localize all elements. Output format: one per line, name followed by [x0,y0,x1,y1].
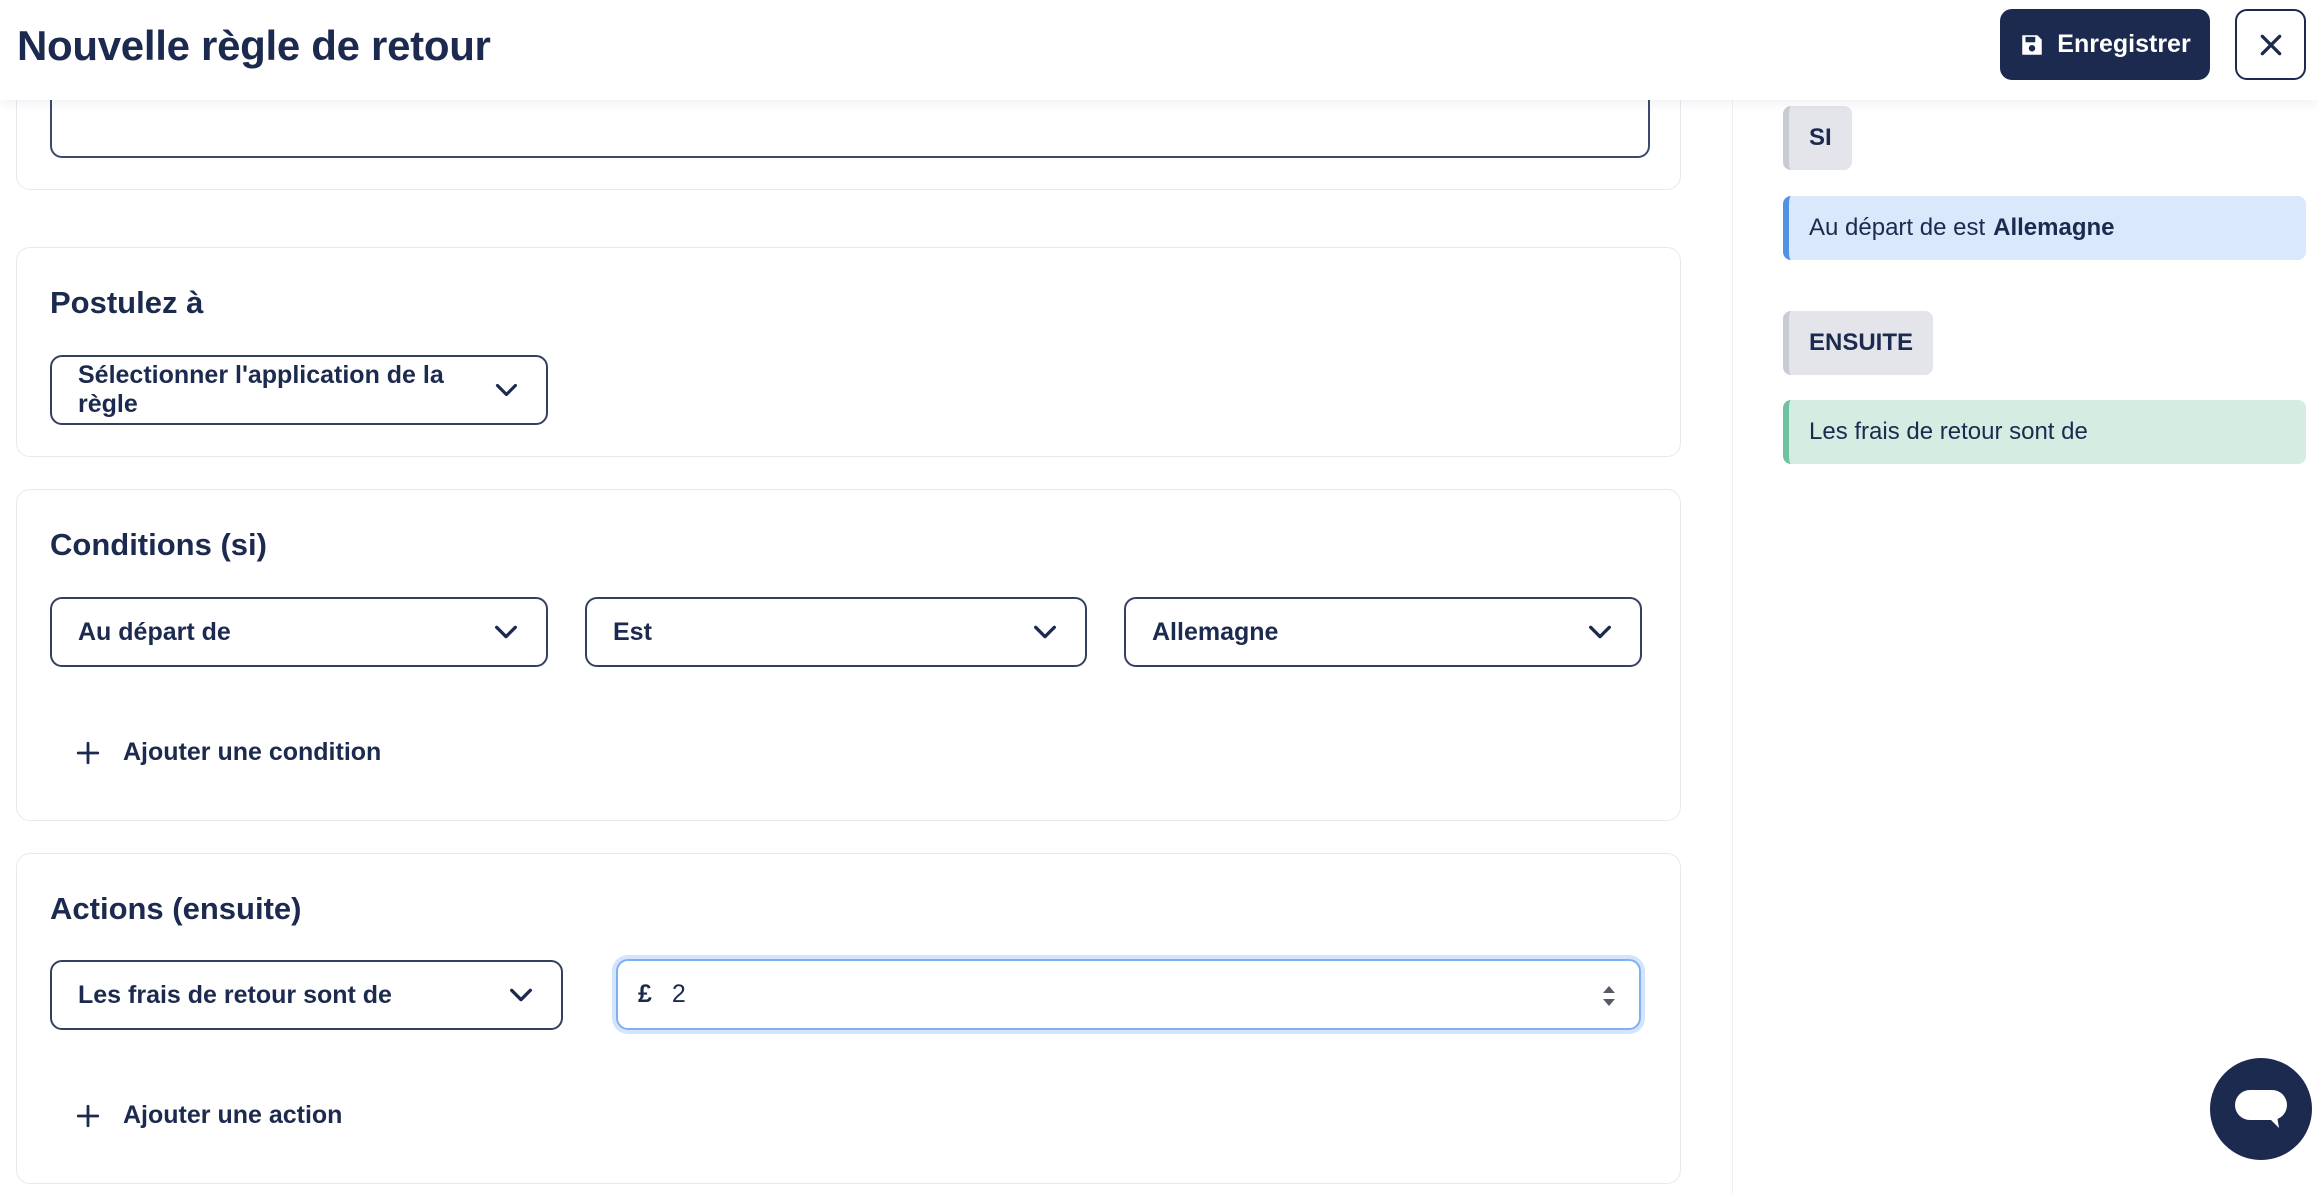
if-summary: Au départ de est Allemagne [1783,196,2306,260]
header-bar: Nouvelle règle de retour Enregistrer [0,0,2318,100]
action-type-value: Les frais de retour sont de [78,980,392,1009]
amount-value: 2 [671,980,686,1008]
add-condition-label: Ajouter une condition [123,738,382,766]
action-type-select[interactable]: Les frais de retour sont de [50,960,563,1030]
amount-input[interactable]: £ 2 [616,959,1641,1030]
apply-to-select-value: Sélectionner l'application de la règle [78,361,444,418]
then-summary: Les frais de retour sont de [1783,400,2306,464]
then-summary-text: Les frais de retour sont de [1809,418,2088,445]
condition-value-value: Allemagne [1152,617,1279,646]
chat-bubble-icon [2235,1090,2287,1128]
condition-field-value: Au départ de [78,617,231,646]
floppy-disk-icon [2022,34,2043,55]
chevron-down-icon [1034,625,1056,639]
add-action-button[interactable]: Ajouter une action [75,1101,342,1130]
save-button[interactable]: Enregistrer [2000,9,2210,80]
number-spinner-icon[interactable] [1599,981,1619,1011]
main-content: Postulez à Sélectionner l'application de… [0,0,1732,1194]
chat-widget-button[interactable] [2210,1058,2312,1160]
plus-icon [76,741,100,764]
chevron-down-icon [510,988,532,1002]
close-icon [2260,34,2281,55]
plus-icon [76,1104,100,1127]
then-badge: ENSUITE [1783,311,1934,375]
chevron-down-icon [495,625,517,639]
apply-to-select[interactable]: Sélectionner l'application de la règle [50,355,548,425]
condition-operator-value: Est [613,617,652,646]
currency-symbol: £ [638,980,652,1008]
apply-to-card: Postulez à Sélectionner l'application de… [16,247,1681,457]
conditions-card: Conditions (si) Au départ de Est Allemag… [16,489,1681,821]
description-textarea[interactable] [50,98,1650,158]
condition-operator-select[interactable]: Est [585,597,1087,667]
if-badge: SI [1783,106,1852,170]
if-summary-value: Allemagne [1993,214,2115,241]
close-button[interactable] [2235,9,2306,80]
page-title: Nouvelle règle de retour [17,22,491,69]
chevron-down-icon [496,383,518,397]
conditions-title: Conditions (si) [50,527,267,562]
condition-field-select[interactable]: Au départ de [50,597,548,667]
sidebar-divider [1732,100,1733,1194]
add-condition-button[interactable]: Ajouter une condition [75,738,381,767]
chevron-down-icon [1589,625,1611,639]
if-summary-text: Au départ de est [1809,214,1986,241]
add-action-label: Ajouter une action [123,1101,343,1129]
apply-to-title: Postulez à [50,285,204,320]
condition-value-select[interactable]: Allemagne [1124,597,1642,667]
save-button-label: Enregistrer [2057,30,2191,58]
actions-card: Actions (ensuite) Les frais de retour so… [16,853,1681,1184]
actions-title: Actions (ensuite) [50,891,302,926]
